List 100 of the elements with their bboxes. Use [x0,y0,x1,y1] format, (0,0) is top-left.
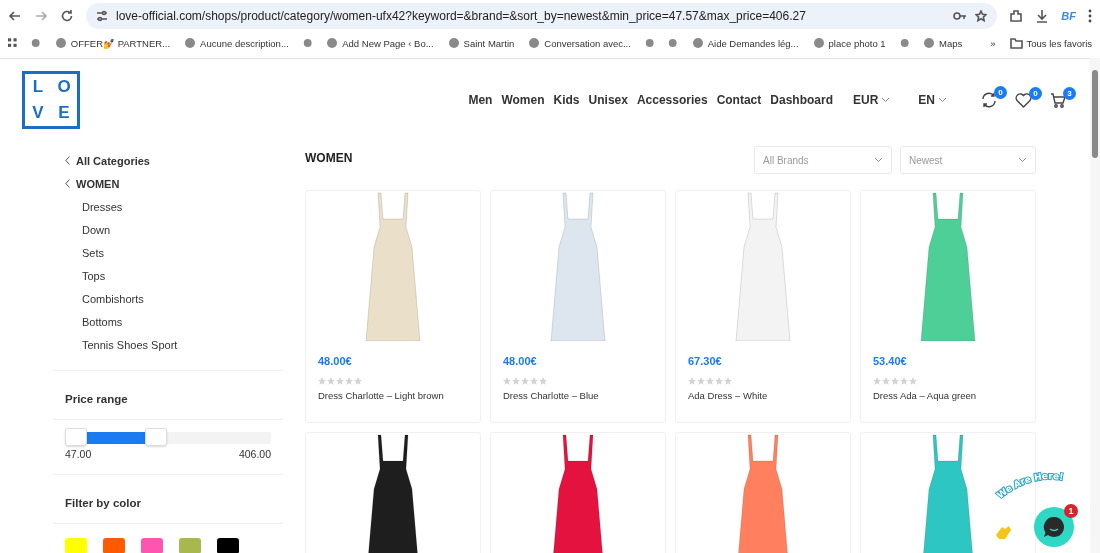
nav-link[interactable]: Men [468,93,493,107]
url-text: love-official.com/shops/product/category/women-ufx42?keyword=&brand=&sort_by=newest&min_price=47.57&max_price=406.27 [116,9,807,23]
category-back-link[interactable]: WOMEN [76,177,120,190]
extensions-icon[interactable] [1009,9,1024,23]
slider-thumb[interactable] [65,428,87,446]
scrollbar-thumb[interactable] [1092,70,1098,158]
logo-letter: O [57,77,71,97]
nav-link[interactable]: Contact [716,93,762,107]
caret-icon [881,97,891,103]
product-card[interactable]: 53.40€ Dress Ada – Aqua green [860,190,1036,423]
color-swatch[interactable] [179,538,201,553]
chevron-left-icon [65,156,70,165]
bookmark-link[interactable]: Aucune description... [200,37,289,49]
bookmark-icon[interactable] [668,37,678,49]
logo-letter: V [32,103,44,123]
bookmark-link[interactable]: Conversation avec... [544,37,631,49]
profile-logo[interactable]: BF [1061,10,1076,22]
currency-selector[interactable]: EUR [853,93,879,107]
favicon-icon [691,37,704,49]
notification-badge: 1 [1064,504,1078,518]
folder-icon [1009,37,1023,49]
product-card[interactable]: 48.00€ Dress Charlotte – Light brown [305,190,481,423]
back-icon[interactable] [8,9,22,23]
favicon-icon [923,37,935,49]
color-swatch[interactable] [217,538,239,553]
product-name[interactable]: Dress Charlotte – Light brown [318,390,468,401]
more-bookmarks[interactable]: » [990,37,996,49]
site-info-icon[interactable] [96,10,108,22]
bookmark-link[interactable]: Saint Martin [463,37,515,49]
color-swatch[interactable] [103,538,125,553]
page-title: WOMEN [305,151,354,165]
product-name[interactable]: Dress Ada – Aqua green [873,390,1023,401]
product-price: 48.00€ [503,355,538,367]
star-icon[interactable] [975,10,988,22]
section-title: Price range [53,371,283,420]
heart-icon[interactable] [1015,92,1032,108]
key-icon[interactable] [953,10,968,22]
caret-icon [874,157,883,163]
category-link[interactable]: Dresses [65,195,271,218]
bookmark-link[interactable]: Add New Page ‹ Bo... [342,37,434,49]
category-link[interactable]: Tennis Shoes Sport [65,333,271,356]
category-link[interactable]: Tops [65,264,271,287]
menu-icon[interactable] [1088,9,1092,23]
all-bookmarks-link[interactable]: Tous les favoris [1026,37,1092,49]
nav-link[interactable]: Dashboard [770,93,833,107]
category-link[interactable]: Combishorts [65,287,271,310]
count-badge: 3 [1063,86,1076,100]
logo[interactable]: L O V E [22,71,80,129]
price-min-label: 47.00 [65,448,92,460]
logo-letter: E [58,103,70,123]
slider-thumb[interactable] [144,428,167,446]
product-price: 53.40€ [873,355,908,367]
download-icon[interactable] [1035,9,1050,23]
product-price: 67.30€ [688,355,723,367]
address-bar[interactable]: love-official.com/shops/product/category/women-ufx42?keyword=&brand=&sort_by=newest&min_price=47.57&max_price=406.27 [86,3,998,29]
forward-icon[interactable] [34,9,48,23]
color-swatch[interactable] [65,538,87,553]
bookmark-icon[interactable] [31,37,41,49]
bookmark-icon[interactable] [899,37,909,49]
compare-icon[interactable] [981,92,997,108]
reload-icon[interactable] [60,9,74,23]
bookmark-icon[interactable] [302,37,313,49]
apps-icon[interactable] [8,37,18,49]
favicon-icon [184,37,197,49]
caret-icon [938,97,947,103]
category-back-link[interactable]: All Categories [76,154,150,167]
language-selector[interactable]: EN [918,93,935,107]
favicon-icon [812,37,825,49]
category-link[interactable]: Down [65,218,271,241]
favicon-icon [447,37,460,49]
count-badge: 0 [994,86,1007,99]
chat-button[interactable] [1034,507,1074,547]
product-price: 48.00€ [318,355,353,367]
bookmark-link[interactable]: OFFER💅 PARTNER... [70,37,171,49]
dropdown-value: All Brands [763,154,809,166]
chevron-left-icon [65,179,70,188]
product-name[interactable]: Ada Dress – White [688,390,838,401]
category-link[interactable]: Bottoms [65,310,271,333]
favicon-icon [326,37,339,49]
dropdown-value: Newest [909,154,943,166]
category-link[interactable]: Sets [65,241,271,264]
bookmark-icon[interactable] [644,37,655,49]
nav-link[interactable]: Accessories [636,93,708,107]
count-badge: 0 [1029,86,1042,100]
cart-icon[interactable] [1050,92,1066,108]
favicon-icon [54,37,67,49]
favicon-icon [528,37,541,49]
product-card[interactable]: 48.00€ Dress Charlotte – Blue [490,190,666,423]
color-swatch[interactable] [141,538,163,553]
bookmark-link[interactable]: Aide Demandes lég... [707,37,799,49]
product-card[interactable]: 67.30€ Ada Dress – White [675,190,851,423]
caret-icon [1018,157,1027,163]
nav-link[interactable]: Kids [553,93,580,107]
nav-link[interactable]: Unisex [588,93,628,107]
chat-bubble-icon [1043,516,1065,538]
nav-link[interactable]: Women [501,93,545,107]
product-name[interactable]: Dress Charlotte – Blue [503,390,653,401]
section-title: Filter by color [53,475,283,524]
bookmark-link[interactable]: Maps [939,37,963,49]
bookmark-link[interactable]: place photo 1 [828,37,886,49]
